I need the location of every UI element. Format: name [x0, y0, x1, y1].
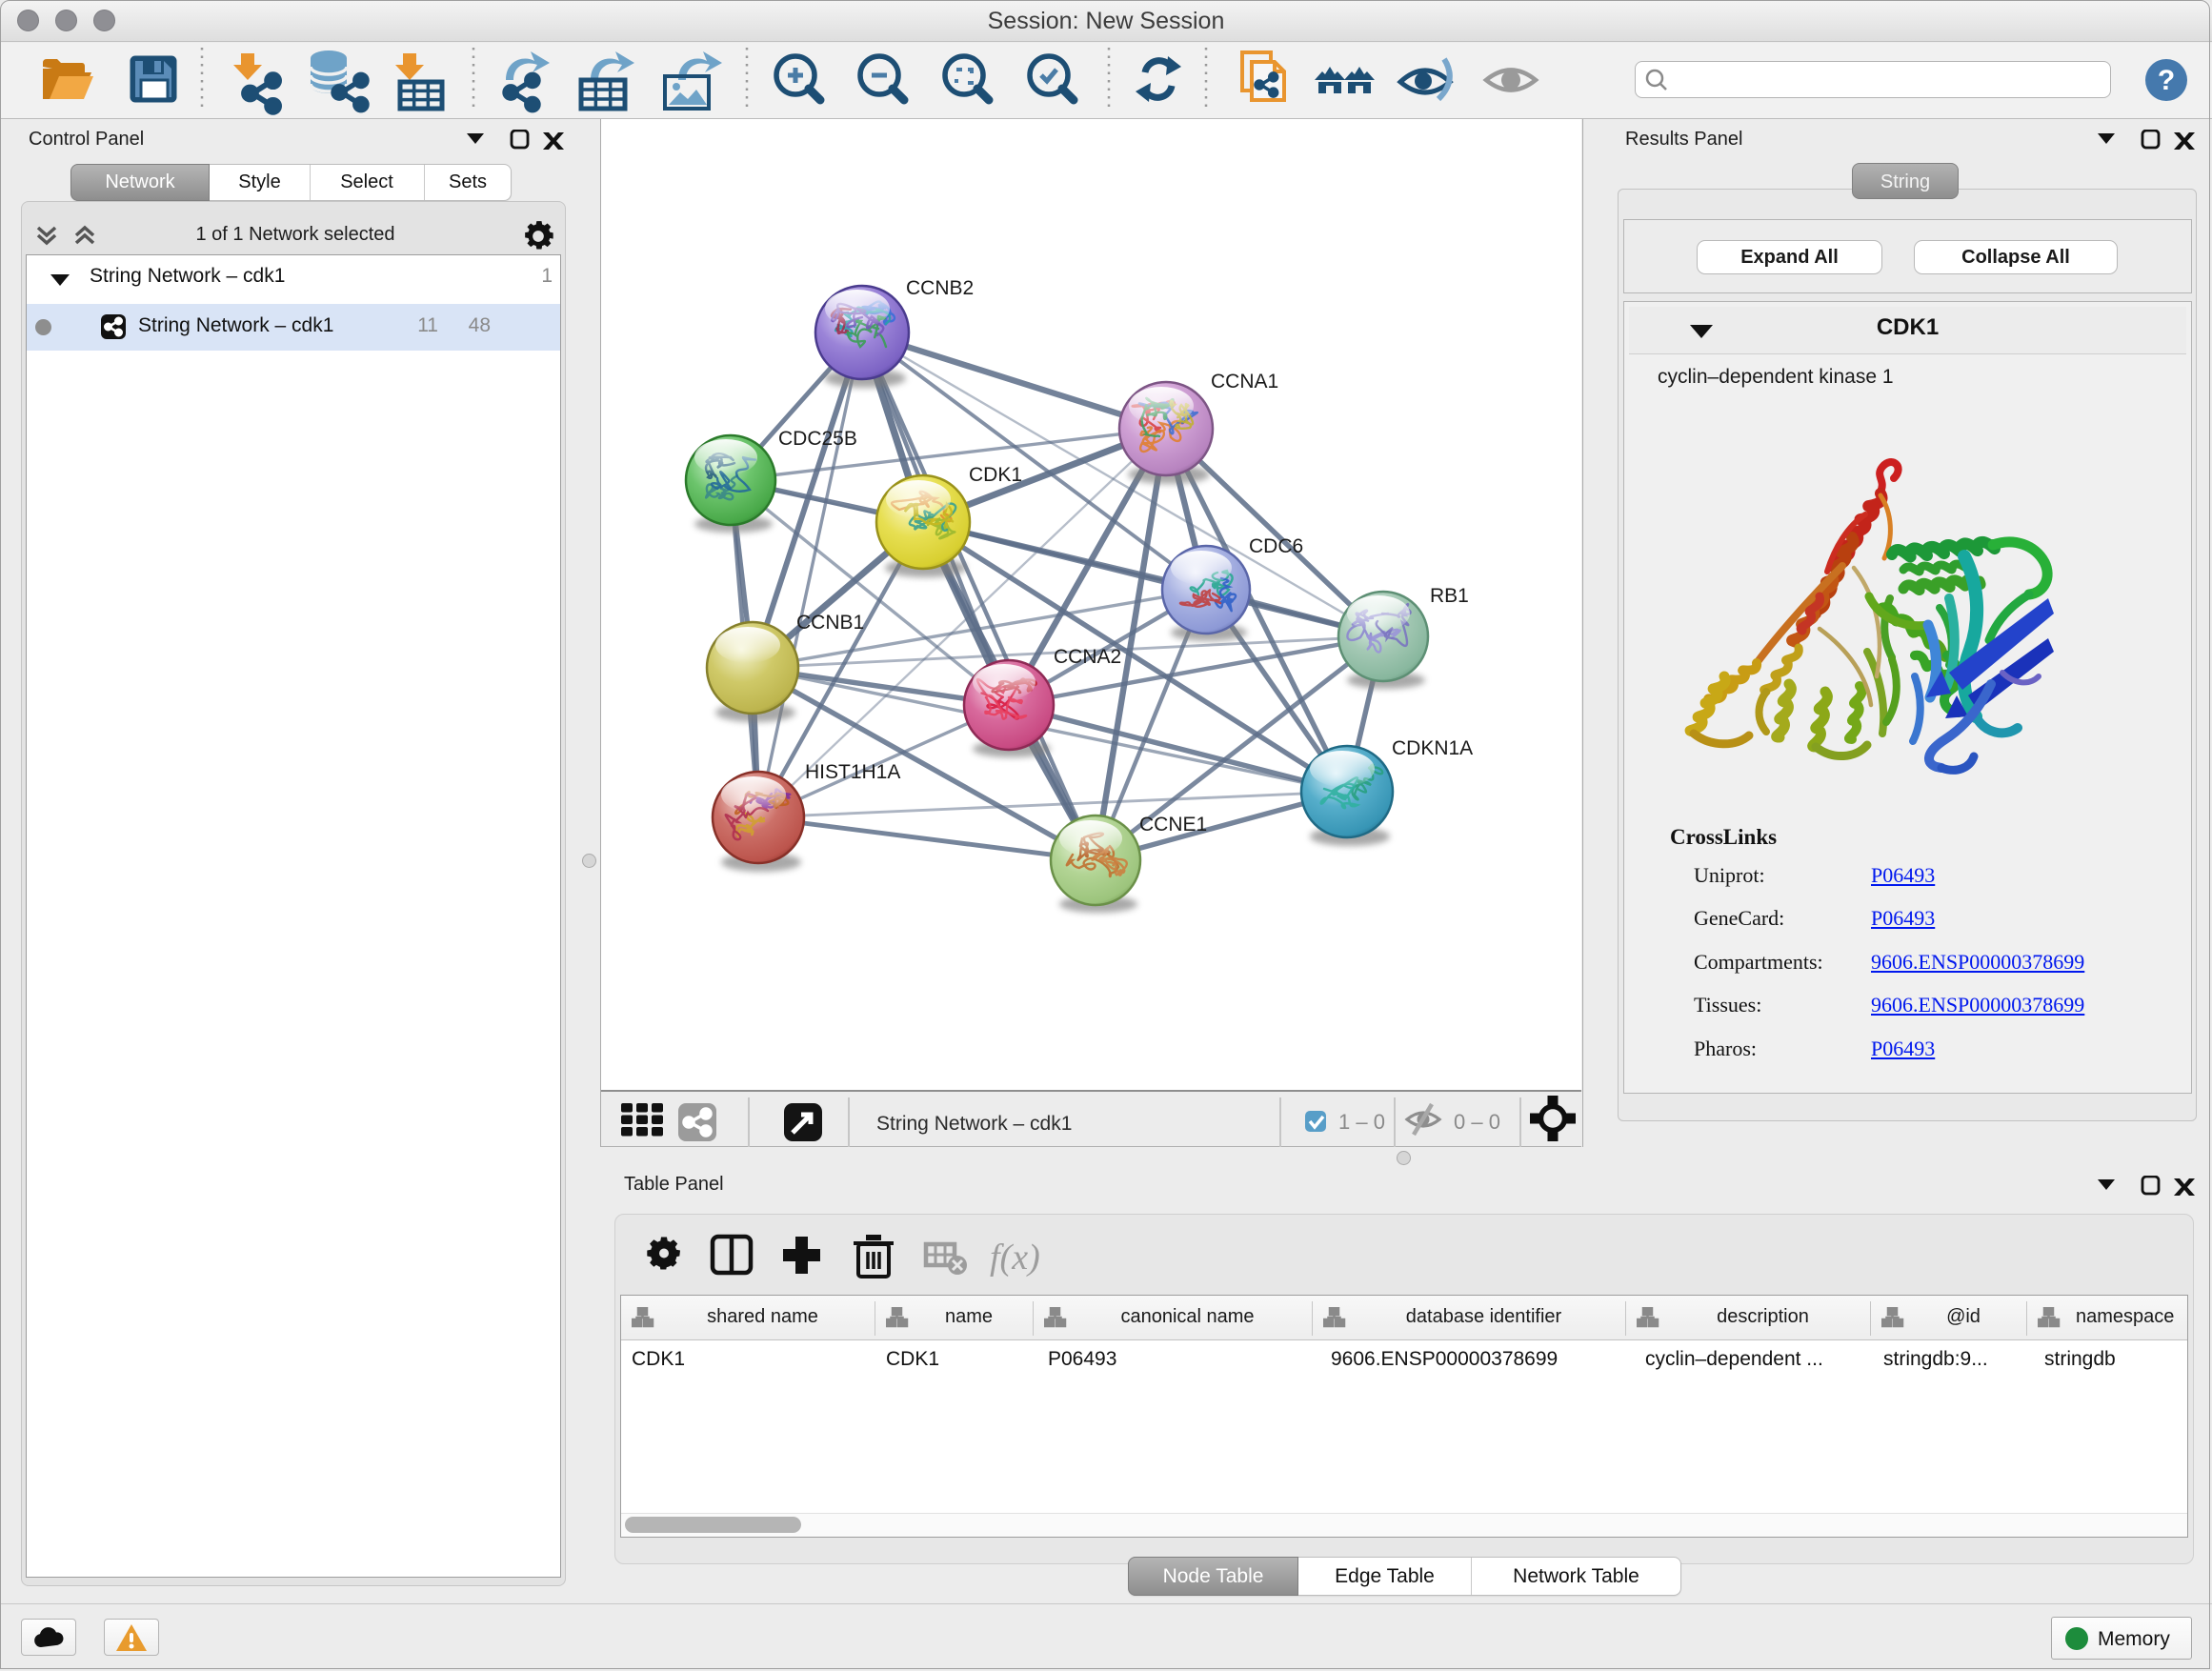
svg-text:?: ? [2158, 65, 2175, 96]
svg-text:CDK1: CDK1 [969, 464, 1022, 486]
svg-text:CDC25B: CDC25B [778, 428, 857, 450]
svg-text:CDKN1A: CDKN1A [1392, 737, 1473, 759]
svg-text:f(x): f(x) [990, 1238, 1040, 1278]
svg-text:CCNB2: CCNB2 [906, 277, 974, 299]
svg-text:CDC6: CDC6 [1249, 535, 1303, 557]
svg-text:0 – 0: 0 – 0 [1454, 1110, 1500, 1134]
svg-text:1 – 0: 1 – 0 [1338, 1110, 1385, 1134]
svg-text:CCNE1: CCNE1 [1139, 814, 1207, 836]
svg-text:CCNB1: CCNB1 [796, 612, 864, 634]
svg-text:CCNA2: CCNA2 [1054, 646, 1121, 668]
svg-text:CCNA1: CCNA1 [1211, 371, 1278, 393]
svg-text:RB1: RB1 [1430, 585, 1469, 607]
svg-text:String Network – cdk1: String Network – cdk1 [876, 1113, 1072, 1135]
svg-text:HIST1H1A: HIST1H1A [805, 761, 900, 783]
